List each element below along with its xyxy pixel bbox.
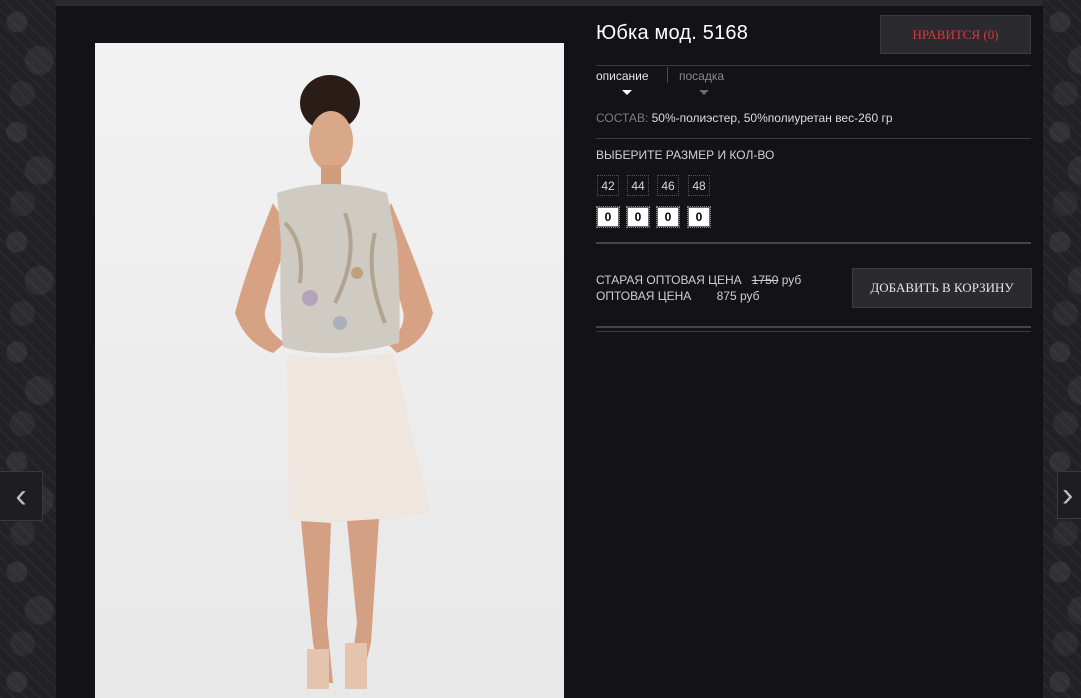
divider (596, 65, 1031, 66)
divider (596, 331, 1031, 332)
price-row: ОПТОВАЯ ЦЕНА 875 руб (596, 289, 760, 303)
size-option[interactable]: 42 (597, 175, 619, 196)
inactive-tab-caret-icon (699, 90, 709, 95)
old-price-currency: руб (781, 273, 802, 287)
divider (596, 138, 1031, 139)
tab-fit[interactable]: посадка (679, 69, 724, 83)
add-to-cart-button[interactable]: ДОБАВИТЬ В КОРЗИНУ (852, 268, 1032, 308)
model-illustration (235, 75, 433, 689)
next-product-button[interactable]: › (1057, 471, 1081, 519)
quantity-input[interactable] (687, 206, 711, 228)
price-label: ОПТОВАЯ ЦЕНА (596, 289, 692, 303)
divider (596, 242, 1031, 244)
size-option[interactable]: 48 (688, 175, 710, 196)
old-price-label: СТАРАЯ ОПТОВАЯ ЦЕНА (596, 273, 742, 287)
like-button[interactable]: НРАВИТСЯ (0) (880, 15, 1031, 54)
composition-value: 50%-полиэстер, 50%полиуретан вес-260 гр (651, 111, 893, 125)
old-price-value: 1750 (751, 273, 779, 287)
composition-label: СОСТАВ: (596, 111, 649, 125)
quantity-input[interactable] (656, 206, 680, 228)
price-value: 875 руб (716, 289, 760, 303)
old-price-row: СТАРАЯ ОПТОВАЯ ЦЕНА 1750 руб (596, 273, 801, 287)
size-option[interactable]: 44 (627, 175, 649, 196)
product-photo[interactable] (95, 43, 564, 698)
tab-description[interactable]: описание (596, 69, 649, 83)
chevron-right-icon: › (1062, 476, 1074, 514)
size-option[interactable]: 46 (657, 175, 679, 196)
active-tab-caret-icon (622, 90, 632, 95)
size-heading: ВЫБЕРИТЕ РАЗМЕР И КОЛ-ВО (596, 148, 775, 162)
chevron-left-icon: ‹ (15, 477, 27, 515)
quantity-input[interactable] (626, 206, 650, 228)
right-ornament-background (1043, 0, 1081, 698)
quantity-input[interactable] (596, 206, 620, 228)
left-ornament-background (0, 0, 56, 698)
previous-product-button[interactable]: ‹ (0, 471, 43, 521)
composition: СОСТАВ: 50%-полиэстер, 50%полиуретан вес… (596, 111, 893, 125)
divider (596, 326, 1031, 328)
product-title: Юбка мод. 5168 (596, 22, 749, 44)
tab-separator (667, 67, 668, 83)
